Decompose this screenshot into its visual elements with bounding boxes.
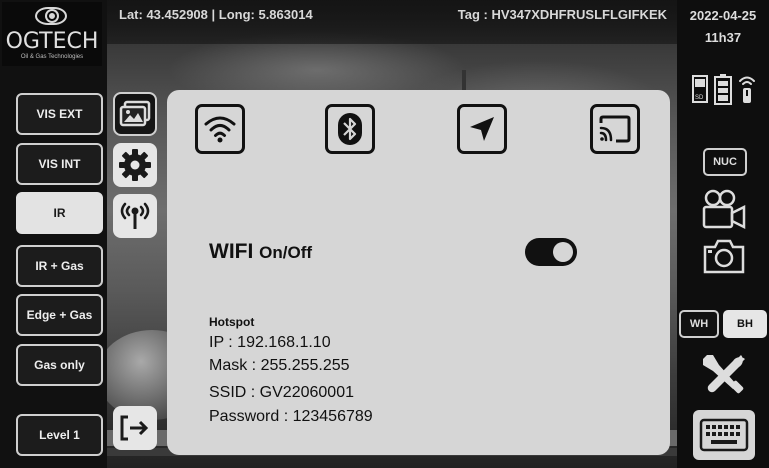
antenna-icon bbox=[120, 202, 150, 229]
toggle-knob bbox=[553, 242, 573, 262]
date-display: 2022-04-25 bbox=[689, 8, 757, 23]
gallery-icon bbox=[119, 100, 151, 127]
hotspot-ip: IP : 192.168.1.10 bbox=[209, 334, 331, 351]
tab-cast[interactable] bbox=[590, 104, 640, 154]
mode-vis-int-button[interactable]: VIS INT bbox=[16, 143, 103, 185]
video-camera-icon bbox=[702, 189, 746, 230]
tab-wifi[interactable] bbox=[195, 104, 245, 154]
exit-icon bbox=[120, 415, 149, 441]
tab-bluetooth[interactable] bbox=[325, 104, 375, 154]
gear-icon bbox=[119, 149, 151, 181]
gps-coordinates: Lat: 43.452908 | Long: 5.863014 bbox=[119, 7, 313, 22]
right-sidebar: 2022-04-25 11h37 SD NUC WH BH bbox=[677, 0, 769, 468]
white-hot-button[interactable]: WH bbox=[679, 310, 719, 338]
wifi-title: WIFI On/Off bbox=[209, 240, 313, 263]
level-button[interactable]: Level 1 bbox=[16, 414, 103, 456]
tag-id: Tag : HV347XDHFRUSLFLGIFKEK bbox=[457, 7, 667, 22]
network-button[interactable] bbox=[113, 194, 157, 238]
location-arrow-icon bbox=[470, 117, 494, 141]
hotspot-ssid: SSID : GV22060001 bbox=[209, 384, 354, 401]
nuc-button[interactable]: NUC bbox=[703, 148, 747, 176]
left-sidebar: OGTECH Oil & Gas Technologies VIS EXT VI… bbox=[0, 0, 107, 468]
status-icons: SD bbox=[691, 70, 757, 108]
battery-icon bbox=[714, 74, 732, 105]
mode-edge-gas-button[interactable]: Edge + Gas bbox=[16, 294, 103, 336]
black-hot-button[interactable]: BH bbox=[723, 310, 767, 338]
svg-text:SD: SD bbox=[695, 95, 704, 101]
hotspot-label: Hotspot bbox=[209, 315, 255, 329]
ogtech-logo: OGTECH Oil & Gas Technologies bbox=[2, 2, 102, 66]
tools-button[interactable] bbox=[697, 350, 751, 398]
wifi-toggle[interactable] bbox=[525, 238, 577, 266]
hotspot-mask: Mask : 255.255.255 bbox=[209, 357, 350, 374]
mode-ir-button[interactable]: IR bbox=[16, 192, 103, 234]
mode-gas-only-button[interactable]: Gas only bbox=[16, 344, 103, 386]
top-info-bar: Lat: 43.452908 | Long: 5.863014 Tag : HV… bbox=[107, 0, 677, 44]
logo-tagline: Oil & Gas Technologies bbox=[20, 54, 84, 60]
mode-vis-ext-button[interactable]: VIS EXT bbox=[16, 93, 103, 135]
keyboard-icon bbox=[699, 418, 749, 452]
network-settings-panel: WIFI On/Off Hotspot IP : 192.168.1.10 Ma… bbox=[167, 90, 670, 455]
time-display: 11h37 bbox=[704, 30, 742, 45]
wifi-icon bbox=[204, 116, 236, 143]
signal-icon bbox=[739, 76, 755, 103]
camera-icon bbox=[703, 239, 745, 274]
exit-button[interactable] bbox=[113, 406, 157, 450]
mode-ir-gas-button[interactable]: IR + Gas bbox=[16, 245, 103, 287]
cast-icon bbox=[599, 115, 631, 143]
photo-capture-button[interactable] bbox=[701, 236, 747, 276]
video-record-button[interactable] bbox=[699, 188, 749, 232]
keyboard-button[interactable] bbox=[693, 410, 755, 460]
settings-button[interactable] bbox=[113, 143, 157, 187]
tools-icon bbox=[703, 355, 745, 394]
logo-brand: OGTECH bbox=[5, 29, 99, 54]
sd-card-icon: SD bbox=[692, 75, 708, 103]
bluetooth-icon bbox=[338, 113, 362, 145]
hotspot-password: Password : 123456789 bbox=[209, 408, 373, 425]
tab-location[interactable] bbox=[457, 104, 507, 154]
gallery-button[interactable] bbox=[113, 92, 157, 136]
